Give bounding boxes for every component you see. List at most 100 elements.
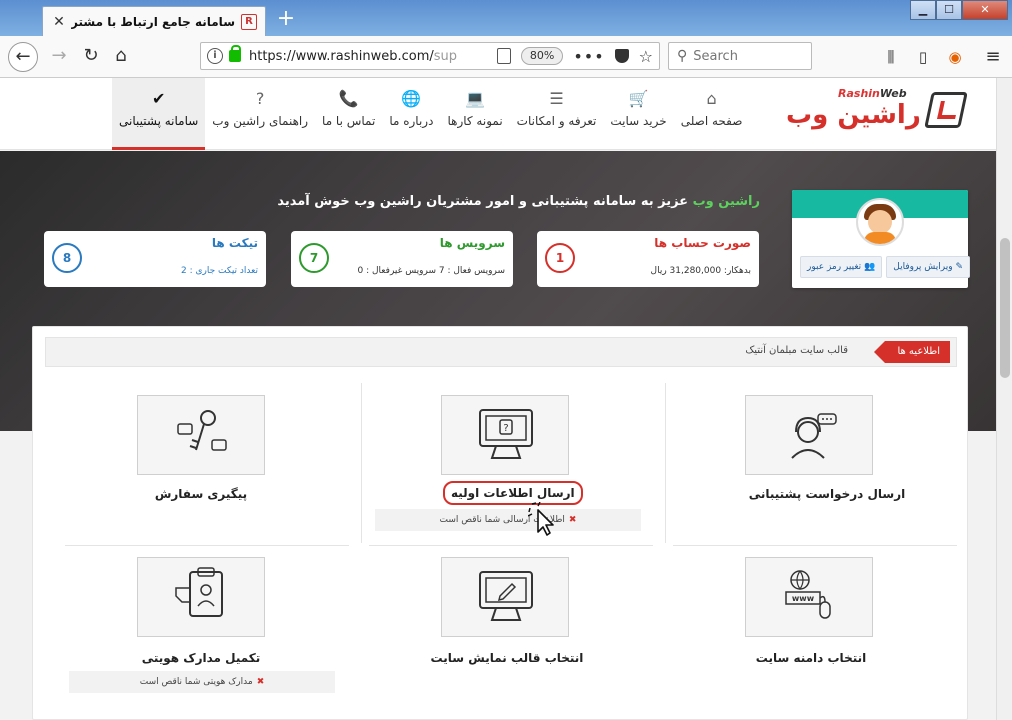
grid-divider: [361, 383, 362, 543]
nav-label: تماس با ما: [322, 114, 376, 128]
info-icon[interactable]: i: [207, 48, 223, 64]
nav-label: راهنمای راشین وب: [212, 114, 309, 128]
services-title: سرویس ها: [439, 236, 505, 250]
identity-docs-tile[interactable]: [137, 557, 265, 637]
new-tab-button[interactable]: +: [274, 8, 298, 32]
invoices-title: صورت حساب ها: [654, 236, 751, 250]
grid-divider: [665, 383, 666, 543]
main-nav: ⌂ صفحه اصلی 🛒 خرید سایت ☰ تعرفه و امکانات 💻 نمو…: [112, 78, 749, 150]
search-icon: ⚲: [677, 48, 688, 64]
tickets-card[interactable]: تیکت ها تعداد تیکت جاری : 2 8: [44, 231, 266, 287]
send-info-tile[interactable]: ?: [441, 395, 569, 475]
change-password-button[interactable]: 👥 تغییر رمز عبور: [800, 256, 883, 278]
nav-item-0[interactable]: ⌂ صفحه اصلی: [674, 78, 750, 150]
home-button[interactable]: ⌂: [106, 42, 136, 72]
template-tile[interactable]: [441, 557, 569, 637]
page-actions-icon[interactable]: •••: [573, 47, 604, 66]
phone-icon: 📞: [338, 89, 359, 108]
template-label[interactable]: انتخاب قالب نمایش سایت: [377, 651, 637, 665]
nav-label: سامانه پشتیبانی: [119, 114, 199, 128]
services-card[interactable]: سرویس ها سرویس فعال : 7 سرویس غیرفعال : …: [291, 231, 513, 287]
svg-text:?: ?: [503, 423, 508, 434]
bookmark-star-icon[interactable]: ☆: [639, 47, 653, 66]
nav-item-2[interactable]: ☰ تعرفه و امکانات: [510, 78, 604, 150]
forward-button[interactable]: →: [44, 42, 74, 72]
nav-item-3[interactable]: 💻 نمونه کارها: [440, 78, 509, 150]
scrollbar-thumb[interactable]: [1000, 238, 1010, 378]
nav-label: تعرفه و امکانات: [516, 114, 597, 128]
services-count: 7: [299, 243, 329, 273]
support-request-label[interactable]: ارسال درخواست پشتیبانی: [697, 487, 957, 501]
monitor-pencil-icon: [479, 571, 533, 621]
search-input[interactable]: [693, 48, 794, 64]
grid-divider: [65, 545, 349, 546]
nav-label: درباره ما: [389, 114, 434, 128]
identity-warning: ✖مدارک هویتی شما ناقص است: [69, 671, 335, 693]
nav-item-6[interactable]: ? راهنمای راشین وب: [205, 78, 315, 150]
back-button[interactable]: ←: [8, 42, 38, 72]
mouse-cursor-icon: [528, 502, 554, 536]
tickets-count: 8: [52, 243, 82, 273]
news-item[interactable]: قالب سایت مبلمان آنتیک: [745, 345, 848, 356]
browser-tab[interactable]: R سامانه جامع ارتباط با مشتریان راشین ✕: [42, 6, 266, 36]
close-window-button[interactable]: ✕: [962, 0, 1008, 20]
edit-profile-button[interactable]: ✎ ویرایش پروفایل: [886, 256, 970, 278]
zoom-level[interactable]: 80%: [520, 47, 564, 65]
url-bar[interactable]: i https://www.rashinweb.com/sup 80% ••• …: [200, 42, 660, 70]
site-favicon-icon: R: [241, 13, 257, 30]
error-icon: ✖: [568, 515, 577, 525]
nav-item-4[interactable]: 🌐 درباره ما: [382, 78, 440, 150]
domain-label[interactable]: انتخاب دامنه سایت: [681, 651, 941, 665]
nav-item-5[interactable]: 📞 تماس با ما: [315, 78, 382, 150]
identity-docs-label[interactable]: تکمیل مدارک هویتی: [71, 651, 331, 665]
grid-divider: [369, 545, 653, 546]
site-header: ⌂ صفحه اصلی 🛒 خرید سایت ☰ تعرفه و امکانات 💻 نمو…: [0, 78, 996, 150]
tickets-title: تیکت ها: [211, 236, 258, 250]
order-tracking-tile[interactable]: [137, 395, 265, 475]
services-panel: اطلاعیه ها قالب سایت مبلمان آنتیک ارسال …: [32, 326, 968, 720]
logo-mark-icon: [924, 92, 968, 128]
nav-label: صفحه اصلی: [680, 114, 743, 128]
reader-view-icon[interactable]: [496, 48, 511, 64]
www-globe-icon: www: [785, 570, 831, 619]
library-icon[interactable]: ⫼: [880, 46, 902, 68]
id-card-icon: [175, 567, 223, 617]
services-status: سرویس فعال : 7 سرویس غیرفعال : 0: [357, 266, 505, 276]
invoices-balance: بدهکار: 31,280,000 ریال: [650, 266, 751, 276]
page-scrollbar[interactable]: [996, 78, 1012, 720]
globe-icon: 🌐: [401, 89, 422, 108]
key-chat-icon: [177, 410, 227, 451]
firefox-icon[interactable]: ◉: [944, 46, 966, 68]
site-logo[interactable]: RashinWeb راشین وب: [782, 86, 968, 136]
news-label: اطلاعیه ها: [874, 341, 950, 363]
pocket-icon[interactable]: [614, 49, 629, 63]
grid-divider: [673, 545, 957, 546]
order-tracking-label[interactable]: پیگیری سفارش: [71, 487, 331, 501]
search-bar[interactable]: ⚲: [668, 42, 812, 70]
check-circle-icon: ✔: [151, 89, 166, 108]
home-icon: ⌂: [706, 89, 717, 108]
minimize-button[interactable]: ▁: [910, 0, 936, 20]
support-request-tile[interactable]: [745, 395, 873, 475]
server-icon: ☰: [549, 89, 564, 108]
tab-close-icon[interactable]: ✕: [51, 14, 67, 30]
sidebar-icon[interactable]: ▯: [912, 46, 934, 68]
tickets-open-count: تعداد تیکت جاری : 2: [180, 266, 258, 276]
invoices-card[interactable]: صورت حساب ها بدهکار: 31,280,000 ریال 1: [537, 231, 759, 287]
window-titlebar: R سامانه جامع ارتباط با مشتریان راشین ✕ …: [0, 0, 1012, 36]
menu-icon[interactable]: ≡: [982, 46, 1004, 68]
nav-item-1[interactable]: 🛒 خرید سایت: [603, 78, 673, 150]
profile-actions: ✎ ویرایش پروفایل 👥 تغییر رمز عبور: [800, 256, 970, 278]
logo-latin: RashinWeb: [838, 87, 907, 100]
question-icon: ?: [255, 89, 265, 108]
invoices-count: 1: [545, 243, 575, 273]
maximize-button[interactable]: ☐: [936, 0, 962, 20]
news-ticker: اطلاعیه ها قالب سایت مبلمان آنتیک: [45, 337, 957, 367]
avatar: [856, 198, 904, 246]
reload-button[interactable]: ↻: [76, 42, 106, 72]
monitor-question-icon: ?: [479, 409, 533, 459]
url-text[interactable]: https://www.rashinweb.com/sup: [249, 49, 497, 64]
nav-item-7[interactable]: ✔ سامانه پشتیبانی: [112, 78, 206, 150]
tab-title: سامانه جامع ارتباط با مشتریان راشین: [71, 14, 235, 29]
domain-tile[interactable]: www: [745, 557, 873, 637]
